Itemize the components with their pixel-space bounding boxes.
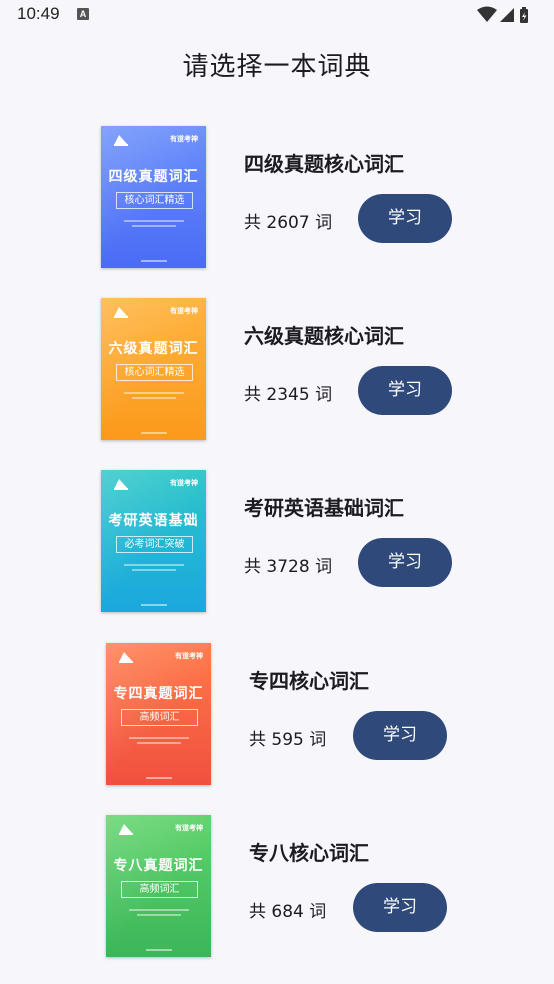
cover-small-text <box>121 389 186 402</box>
cover-small-text <box>121 217 186 230</box>
dictionary-item[interactable]: 有道考神 专四真题词汇 高频词汇 专四核心词汇 共 595 词 学习 <box>0 643 554 793</box>
cover-footer <box>106 777 211 779</box>
dictionary-cover[interactable]: 有道考神 四级真题词汇 核心词汇精选 <box>101 126 206 268</box>
cover-title: 四级真题词汇 <box>108 169 199 185</box>
cover-footer <box>101 260 206 262</box>
dictionary-name: 专四核心词汇 <box>249 669 369 693</box>
dictionary-cover[interactable]: 有道考神 考研英语基础 必考词汇突破 <box>101 470 206 612</box>
book-logo-icon <box>119 652 133 663</box>
book-logo-icon <box>114 135 128 146</box>
word-count: 共 684 词 <box>249 902 327 922</box>
cover-footer <box>101 432 206 434</box>
cover-small-text <box>121 561 186 574</box>
cover-title: 考研英语基础 <box>108 513 199 529</box>
word-count: 共 2607 词 <box>244 213 333 233</box>
dictionary-name: 四级真题核心词汇 <box>244 152 404 176</box>
dictionary-name: 考研英语基础词汇 <box>244 496 404 520</box>
word-count: 共 3728 词 <box>244 557 333 577</box>
study-button[interactable]: 学习 <box>358 194 452 243</box>
cover-title: 专八真题词汇 <box>113 858 204 874</box>
cover-small-text <box>126 906 191 919</box>
cover-brand: 有道考神 <box>170 134 198 143</box>
word-count: 共 2345 词 <box>244 385 333 405</box>
dictionary-name: 专八核心词汇 <box>249 841 369 865</box>
signal-icon <box>500 8 514 22</box>
book-logo-icon <box>114 479 128 490</box>
cover-brand: 有道考神 <box>175 823 203 832</box>
notification-icon: A <box>77 8 89 20</box>
cover-title: 六级真题词汇 <box>108 341 199 357</box>
cover-title: 专四真题词汇 <box>113 686 204 702</box>
status-bar: 10:49 A <box>0 0 554 30</box>
dictionary-item[interactable]: 有道考神 四级真题词汇 核心词汇精选 四级真题核心词汇 共 2607 词 学习 <box>0 126 554 276</box>
study-button[interactable]: 学习 <box>358 538 452 587</box>
cover-subtitle: 高频词汇 <box>121 881 198 898</box>
word-count: 共 595 词 <box>249 730 327 750</box>
page-title: 请选择一本词典 <box>182 52 372 82</box>
status-time: 10:49 <box>17 4 60 23</box>
dictionary-name: 六级真题核心词汇 <box>244 324 404 348</box>
study-button[interactable]: 学习 <box>353 883 447 932</box>
dictionary-item[interactable]: 有道考神 专八真题词汇 高频词汇 专八核心词汇 共 684 词 学习 <box>0 815 554 965</box>
cover-brand: 有道考神 <box>170 478 198 487</box>
study-button[interactable]: 学习 <box>353 711 447 760</box>
dictionary-item[interactable]: 有道考神 六级真题词汇 核心词汇精选 六级真题核心词汇 共 2345 词 学习 <box>0 298 554 448</box>
cover-subtitle: 高频词汇 <box>121 709 198 726</box>
wifi-icon <box>477 6 497 22</box>
dictionary-cover[interactable]: 有道考神 专八真题词汇 高频词汇 <box>106 815 211 957</box>
cover-small-text <box>126 734 191 747</box>
dictionary-item[interactable]: 有道考神 考研英语基础 必考词汇突破 考研英语基础词汇 共 3728 词 学习 <box>0 470 554 620</box>
cover-footer <box>101 604 206 606</box>
cover-subtitle: 核心词汇精选 <box>116 192 193 209</box>
cover-brand: 有道考神 <box>175 651 203 660</box>
book-logo-icon <box>119 824 133 835</box>
cover-brand: 有道考神 <box>170 306 198 315</box>
system-status-icons <box>477 6 528 23</box>
dictionary-cover[interactable]: 有道考神 六级真题词汇 核心词汇精选 <box>101 298 206 440</box>
cover-subtitle: 必考词汇突破 <box>116 536 193 553</box>
dictionary-cover[interactable]: 有道考神 专四真题词汇 高频词汇 <box>106 643 211 785</box>
study-button[interactable]: 学习 <box>358 366 452 415</box>
book-logo-icon <box>114 307 128 318</box>
cover-subtitle: 核心词汇精选 <box>116 364 193 381</box>
cover-footer <box>106 949 211 951</box>
